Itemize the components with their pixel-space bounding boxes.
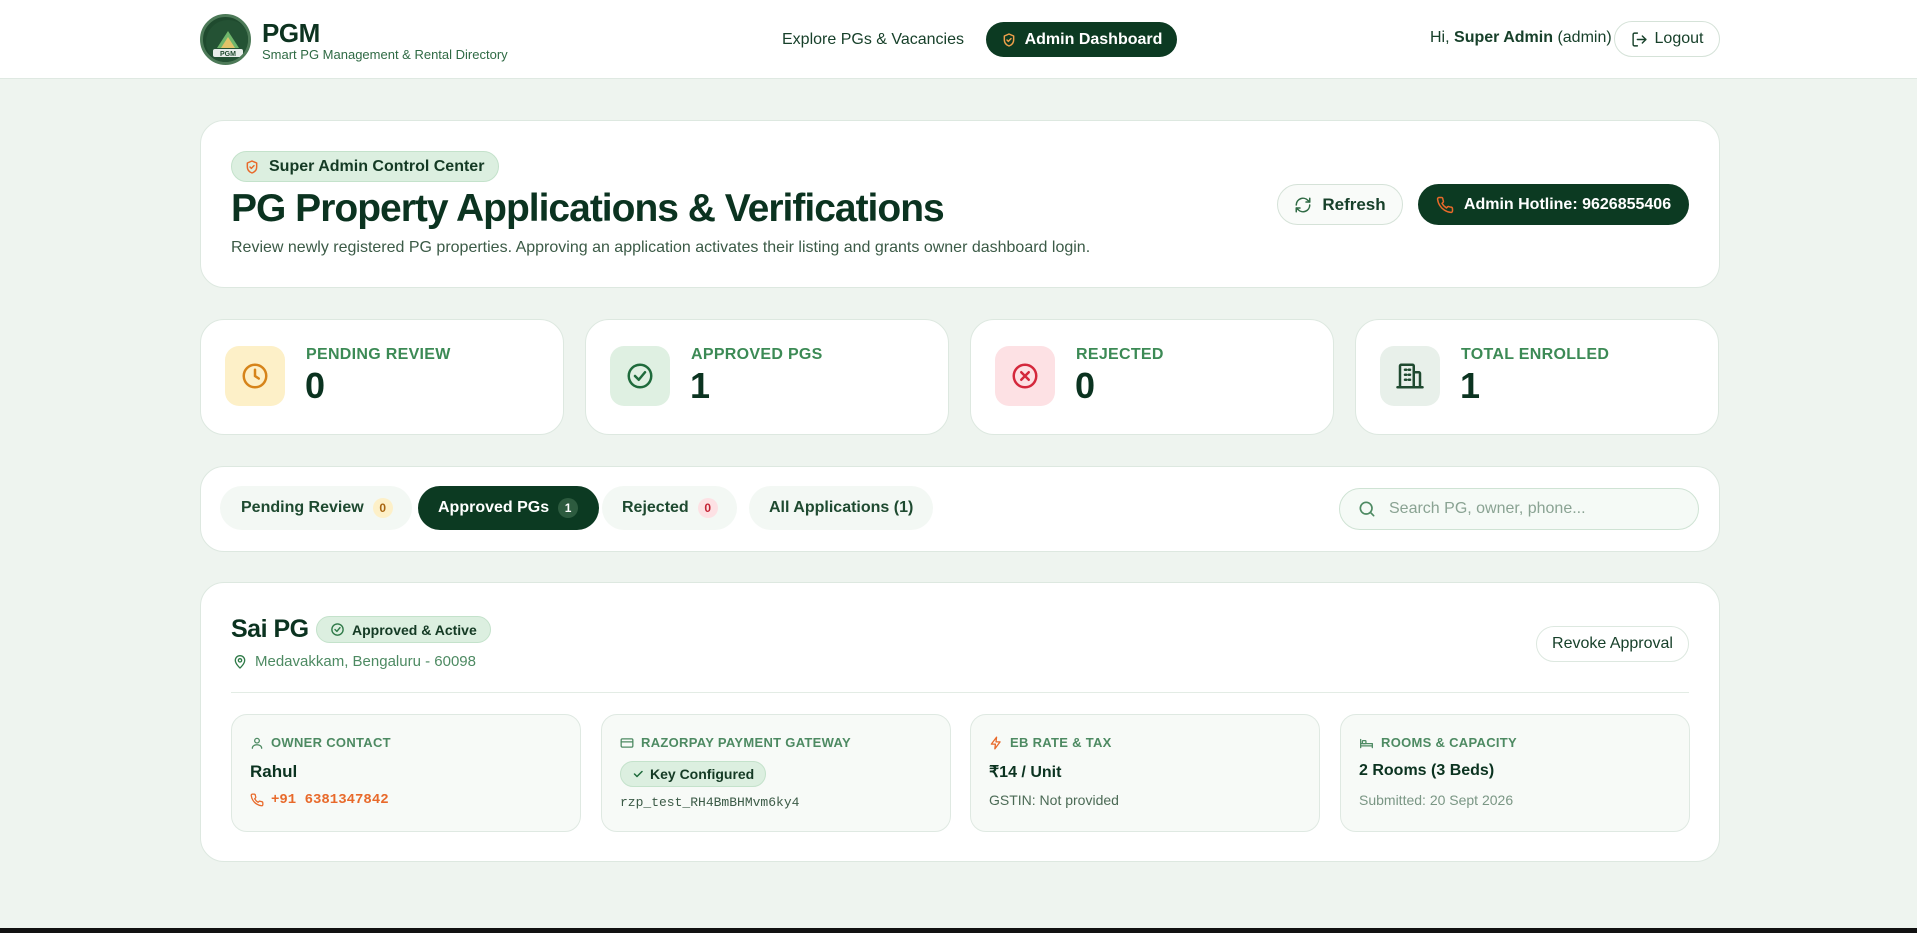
key-status-label: Key Configured	[650, 766, 755, 782]
tab-label: All Applications (1)	[769, 499, 914, 516]
location-text: Medavakkam, Bengaluru - 60098	[255, 653, 476, 670]
svg-text:PGM: PGM	[220, 51, 236, 58]
hotline-label: Admin Hotline: 9626855406	[1463, 195, 1672, 213]
key-configured-badge: Key Configured	[620, 761, 767, 787]
stat-label: REJECTED	[1076, 346, 1164, 363]
map-pin-icon	[232, 654, 248, 670]
zap-icon	[989, 736, 1003, 750]
badge-label: Super Admin Control Center	[269, 157, 485, 175]
pgm-logo[interactable]: PGM	[200, 14, 251, 65]
credit-card-icon	[620, 736, 634, 750]
logo-emblem-icon: PGM	[206, 20, 248, 62]
search-icon	[1357, 499, 1377, 519]
owner-phone-link[interactable]: +91 6381347842	[250, 792, 389, 808]
tab-label: Approved PGs	[438, 499, 550, 516]
bed-icon	[1359, 736, 1374, 750]
shield-icon	[244, 159, 260, 175]
panel-label-text: OWNER CONTACT	[271, 735, 391, 750]
stat-value: 0	[1075, 365, 1096, 406]
user-greeting: Hi, Super Admin (admin)	[1430, 29, 1612, 47]
building-icon	[1380, 346, 1440, 406]
check-circle-icon	[610, 346, 670, 406]
phone-icon	[250, 793, 264, 807]
stat-value: 1	[690, 365, 711, 406]
stat-card-pending: PENDING REVIEW 0	[200, 319, 564, 435]
stat-label: APPROVED PGS	[691, 346, 823, 363]
panel-label: ROOMS & CAPACITY	[1359, 735, 1517, 750]
panel-label-text: ROOMS & CAPACITY	[1381, 735, 1518, 750]
shield-icon	[1001, 32, 1017, 48]
search-box[interactable]	[1339, 488, 1699, 530]
rooms-capacity-panel: ROOMS & CAPACITY 2 Rooms (3 Beds) Submit…	[1340, 714, 1690, 832]
user-role: (admin)	[1557, 29, 1612, 46]
owner-contact-panel: OWNER CONTACT Rahul +91 6381347842	[231, 714, 581, 832]
panel-label-text: EB RATE & TAX	[1010, 735, 1112, 750]
tab-rejected[interactable]: Rejected 0	[602, 486, 737, 530]
search-input[interactable]	[1389, 500, 1679, 518]
logout-label: Logout	[1654, 30, 1704, 47]
stat-value: 1	[1460, 365, 1481, 406]
refresh-button[interactable]: Refresh	[1277, 184, 1403, 225]
payment-gateway-panel: RAZORPAY PAYMENT GATEWAY Key Configured …	[601, 714, 951, 832]
stat-label: PENDING REVIEW	[306, 346, 451, 363]
panel-label-text: RAZORPAY PAYMENT GATEWAY	[641, 735, 851, 750]
nav-explore-link[interactable]: Explore PGs & Vacancies	[772, 22, 974, 57]
stat-card-rejected: REJECTED 0	[970, 319, 1334, 435]
logout-button[interactable]: Logout	[1614, 21, 1720, 57]
admin-hotline-button[interactable]: Admin Hotline: 9626855406	[1418, 184, 1689, 225]
tab-label: Rejected	[622, 499, 689, 516]
stat-card-total: TOTAL ENROLLED 1	[1355, 319, 1719, 435]
eb-rate-panel: EB RATE & TAX ₹14 / Unit GSTIN: Not prov…	[970, 714, 1320, 832]
x-circle-icon	[995, 346, 1055, 406]
tab-label: Pending Review	[241, 499, 364, 516]
tab-all-applications[interactable]: All Applications (1)	[749, 486, 934, 530]
razorpay-key: rzp_test_RH4BmBHMvm6ky4	[620, 795, 800, 810]
panel-label: OWNER CONTACT	[250, 735, 391, 750]
tab-approved-pgs[interactable]: Approved PGs 1	[418, 486, 600, 530]
window-bottom-edge	[0, 928, 1917, 933]
pg-location: Medavakkam, Bengaluru - 60098	[232, 653, 476, 670]
submitted-date: Submitted: 20 Sept 2026	[1359, 792, 1514, 808]
brand-tagline: Smart PG Management & Rental Directory	[262, 47, 508, 62]
top-navbar: PGM PGM Smart PG Management & Rental Dir…	[0, 0, 1917, 79]
nav-admin-label: Admin Dashboard	[1024, 30, 1163, 48]
owner-name: Rahul	[250, 762, 298, 781]
check-circle-icon	[330, 622, 345, 637]
check-icon	[632, 768, 644, 780]
panel-label: EB RATE & TAX	[989, 735, 1112, 750]
rooms-count: 2 Rooms (3 Beds)	[1359, 762, 1495, 779]
page-subtitle: Review newly registered PG properties. A…	[231, 239, 1091, 256]
greeting-text: Hi,	[1430, 29, 1450, 46]
gstin: GSTIN: Not provided	[989, 792, 1119, 808]
user-icon	[250, 736, 264, 750]
refresh-label: Refresh	[1322, 194, 1386, 214]
tab-count-badge: 0	[372, 498, 393, 518]
stat-value: 0	[305, 365, 326, 406]
pg-name: Sai PG	[231, 615, 309, 643]
control-center-badge: Super Admin Control Center	[231, 151, 500, 182]
stat-card-approved: APPROVED PGS 1	[585, 319, 949, 435]
tab-count-badge: 0	[697, 498, 718, 518]
section-divider	[231, 692, 1689, 693]
page-title: PG Property Applications & Verifications	[231, 187, 945, 230]
panel-label: RAZORPAY PAYMENT GATEWAY	[620, 735, 851, 750]
owner-phone: +91 6381347842	[271, 792, 389, 808]
tab-pending-review[interactable]: Pending Review 0	[220, 486, 412, 530]
status-badge: Approved & Active	[316, 616, 491, 643]
clock-icon	[225, 346, 285, 406]
brand-name[interactable]: PGM	[262, 18, 320, 49]
phone-icon	[1436, 196, 1454, 214]
user-name: Super Admin	[1454, 29, 1553, 46]
tab-count-badge: 1	[558, 498, 579, 518]
stat-label: TOTAL ENROLLED	[1461, 346, 1610, 363]
status-label: Approved & Active	[352, 621, 477, 638]
refresh-icon	[1294, 196, 1312, 214]
revoke-approval-button[interactable]: Revoke Approval	[1536, 626, 1689, 662]
nav-admin-dashboard-button[interactable]: Admin Dashboard	[986, 22, 1177, 57]
logout-icon	[1631, 31, 1648, 48]
eb-rate: ₹14 / Unit	[989, 764, 1062, 781]
